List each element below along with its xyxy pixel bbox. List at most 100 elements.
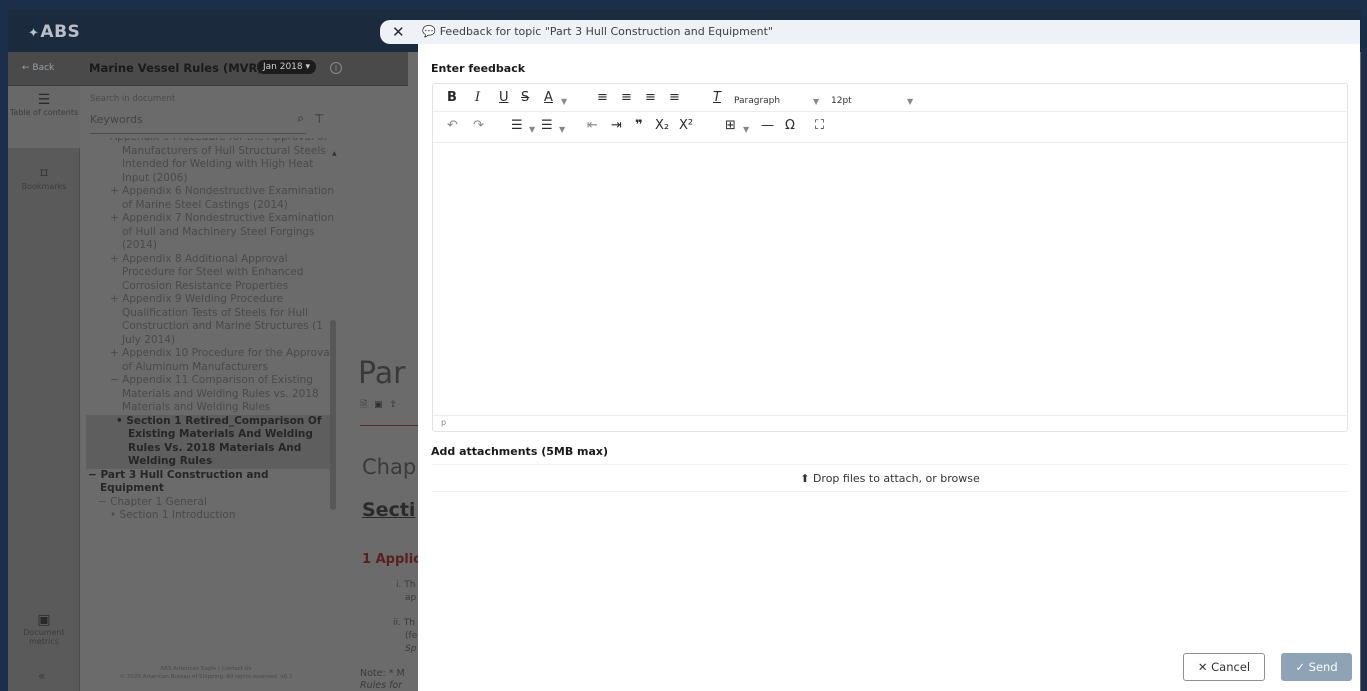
toc-item-label: Appendix 6 Nondestructive Examination of… [122,185,334,211]
feedback-icon: 💬 [422,25,436,38]
document-subbar: ← Back Marine Vessel Rules (MVR) Jan 201… [8,52,408,86]
clear-format-icon[interactable]: T [713,90,721,106]
toc-item[interactable]: + Appendix 9 Welding Procedure Qualifica… [86,293,334,347]
rail-toc[interactable]: ☰ Table of contents [8,86,80,148]
toc-item-label: Appendix 5 Procedure for the Approval of… [110,138,327,184]
undo-icon[interactable]: ↶ [447,118,458,134]
cancel-button[interactable]: ✕ Cancel [1183,653,1265,681]
justify-icon[interactable]: ≡ [669,90,680,106]
list-icon: ☰ [37,92,51,108]
subscript-icon[interactable]: X₂ [655,118,669,134]
toc-item[interactable]: • Section 1 Retired_Comparison Of Existi… [86,414,334,469]
toc-item-label: Chapter 1 General [110,495,207,508]
fullscreen-icon[interactable]: ⛶ [815,118,824,134]
toc-list: Appendix 5 Procedure for the Approval of… [86,138,334,660]
bullet-icon[interactable]: • [110,509,120,521]
table-icon[interactable]: ⊞ [725,118,736,134]
toc-scrollbar[interactable] [330,320,336,510]
collapse-tree-icon[interactable]: − [98,496,110,508]
section-heading: Secti [362,499,416,521]
chevron-down-icon[interactable]: ▼ [529,122,535,138]
close-icon[interactable]: ✕ [392,25,405,40]
redo-icon[interactable]: ↷ [473,118,484,134]
version-dropdown[interactable]: Jan 2018 ▾ [257,60,317,74]
text-color-icon[interactable]: A [544,90,553,106]
element-path: p [441,418,447,427]
dropzone-text[interactable]: Drop files to attach, or browse [813,472,980,485]
align-center-icon[interactable]: ≡ [621,90,632,106]
align-right-icon[interactable]: ≡ [645,90,656,106]
toc-item[interactable]: − Part 3 Hull Construction and Equipment [86,469,334,496]
cancel-label: Cancel [1211,660,1251,674]
font-size-select[interactable]: 12pt [831,93,852,109]
blockquote-icon[interactable]: ❞ [635,118,643,134]
note-line1: Note: * M [360,668,405,679]
toc-item[interactable]: − Appendix 11 Comparison of Existing Mat… [86,374,334,415]
rail-metrics[interactable]: ▣ Document metrics [8,612,80,646]
toc-item[interactable]: + Appendix 7 Nondestructive Examination … [86,212,334,253]
toc-item-label: Section 1 Retired_Comparison Of Existing… [126,414,322,468]
document-action-icons[interactable]: 🗎 ▣ ⇧ [360,397,399,413]
editor-content-area[interactable] [433,142,1347,414]
block-format-select[interactable]: Paragraph [734,93,780,109]
footer-links[interactable]: ABS American Eagle | Contact Us [88,665,324,673]
strikethrough-icon[interactable]: S [521,90,529,106]
collapse-tree-icon[interactable]: − [110,374,122,386]
toc-item[interactable]: + Appendix 8 Additional Approval Procedu… [86,253,334,294]
feedback-title-text: Feedback for topic "Part 3 Hull Construc… [439,25,773,38]
footer-note: ABS American Eagle | Contact Us © 2020 A… [88,665,324,681]
search-input[interactable] [90,108,270,131]
underline-icon[interactable]: U [499,90,509,106]
italic-icon[interactable]: I [475,90,480,106]
toc-item[interactable]: Appendix 5 Procedure for the Approval of… [86,138,334,185]
send-label: Send [1308,660,1338,674]
chevron-down-icon[interactable]: ▼ [561,94,567,110]
heading-rule [360,425,420,426]
scroll-up-icon[interactable]: ▲ [332,150,337,157]
expand-icon[interactable]: + [110,347,122,359]
filter-icon[interactable]: ⊤ [314,112,324,126]
bold-icon[interactable]: B [447,90,457,106]
indent-icon[interactable]: ⇥ [611,118,622,134]
superscript-icon[interactable]: X² [679,118,693,134]
expand-icon[interactable]: + [110,293,122,305]
back-link[interactable]: ← Back [22,63,54,73]
logo-text: ABS [40,22,81,42]
toc-item[interactable]: + Appendix 6 Nondestructive Examination … [86,185,334,212]
special-char-icon[interactable]: Ω [785,118,795,134]
file-dropzone[interactable]: ⬆ Drop files to attach, or browse [432,464,1348,492]
check-icon: ✓ [1295,660,1309,674]
numbered-list-icon[interactable]: ☰ [541,118,553,134]
chevron-down-icon[interactable]: ▼ [813,94,819,110]
chevron-down-icon[interactable]: ▼ [559,122,565,138]
chevron-down-icon[interactable]: ▼ [743,122,749,138]
rail-bookmarks[interactable]: ⌑ Bookmarks [8,166,80,191]
bookmark-icon: ⌑ [40,166,48,182]
search-label: Search in document [90,94,176,104]
toc-item-label: Appendix 9 Welding Procedure Qualificati… [122,293,323,346]
editor-statusbar: p [433,415,1347,431]
collapse-tree-icon[interactable]: − [88,469,100,481]
expand-icon[interactable]: + [110,212,122,224]
metrics-icon: ▣ [37,612,51,628]
info-icon[interactable]: i [330,62,342,74]
align-left-icon[interactable]: ≡ [597,90,608,106]
toc-item[interactable]: + Appendix 10 Procedure for the Approval… [86,347,334,374]
expand-icon[interactable]: + [110,253,122,265]
toc-item[interactable]: • Section 1 Introduction [86,509,334,523]
search-icon[interactable]: ⌕ [297,111,304,126]
abs-logo[interactable]: ✦ABS [28,22,80,42]
collapse-icon[interactable]: « [38,669,45,683]
expand-icon[interactable]: + [110,185,122,197]
bullet-icon[interactable]: • [116,415,126,427]
toc-item[interactable]: − Chapter 1 General [86,496,334,510]
toc-item-label: Part 3 Hull Construction and Equipment [100,468,269,495]
horizontal-rule-icon[interactable]: — [761,118,774,134]
toc-item-label: Appendix 11 Comparison of Existing Mater… [122,374,319,413]
send-button[interactable]: ✓ Send [1281,653,1352,681]
outdent-icon[interactable]: ⇤ [587,118,598,134]
bullet-list-icon[interactable]: ☰ [511,118,523,134]
item-ii-line1: ii. Th [393,618,415,628]
chapter-heading: Chap [362,455,417,479]
chevron-down-icon[interactable]: ▼ [907,94,913,110]
